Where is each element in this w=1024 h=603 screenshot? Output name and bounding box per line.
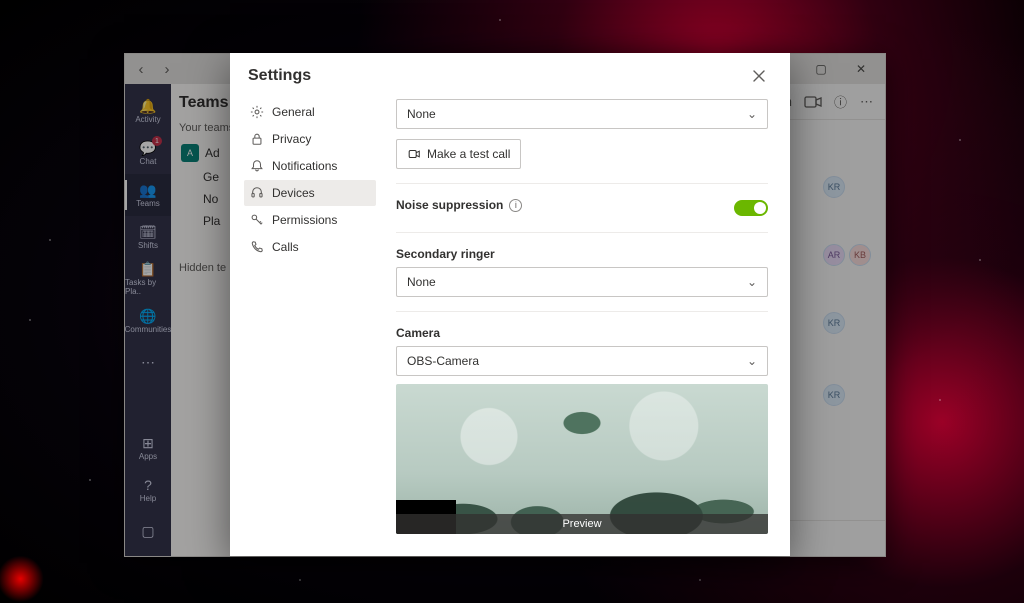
nav-label: General <box>272 105 315 119</box>
settings-title: Settings <box>248 67 311 85</box>
camera-label: Camera <box>396 326 768 340</box>
settings-nav: General Privacy Notifications Devices Pe… <box>230 99 384 556</box>
close-icon <box>753 70 765 82</box>
speaker-dropdown[interactable]: None ⌄ <box>396 99 768 129</box>
headset-icon <box>250 186 264 200</box>
nav-label: Devices <box>272 186 315 200</box>
nav-privacy[interactable]: Privacy <box>244 126 376 152</box>
nav-label: Permissions <box>272 213 337 227</box>
preview-label: Preview <box>562 518 601 530</box>
dropdown-value: OBS-Camera <box>407 354 479 368</box>
dropdown-value: None <box>407 275 436 289</box>
dropdown-value: None <box>407 107 436 121</box>
key-icon <box>250 213 264 227</box>
nav-label: Calls <box>272 240 299 254</box>
nav-label: Privacy <box>272 132 311 146</box>
nav-devices[interactable]: Devices <box>244 180 376 206</box>
make-test-call-button[interactable]: Make a test call <box>396 139 521 169</box>
preview-bar: Preview <box>396 514 768 534</box>
noise-suppression-label: Noise suppression i <box>396 198 522 212</box>
phone-icon <box>250 240 264 254</box>
bell-icon <box>250 159 264 173</box>
label-text: Noise suppression <box>396 198 503 212</box>
noise-suppression-toggle[interactable] <box>734 200 768 216</box>
label-text: Secondary ringer <box>396 247 495 261</box>
chevron-down-icon: ⌄ <box>747 275 757 289</box>
nav-general[interactable]: General <box>244 99 376 125</box>
secondary-ringer-label: Secondary ringer <box>396 247 768 261</box>
label-text: Camera <box>396 326 440 340</box>
settings-close-button[interactable] <box>746 63 772 89</box>
chevron-down-icon: ⌄ <box>747 354 757 368</box>
test-call-icon <box>407 147 421 161</box>
nav-calls[interactable]: Calls <box>244 234 376 260</box>
secondary-ringer-dropdown[interactable]: None ⌄ <box>396 267 768 297</box>
info-icon[interactable]: i <box>509 199 522 212</box>
nav-label: Notifications <box>272 159 337 173</box>
camera-preview: Preview <box>396 384 768 534</box>
chevron-down-icon: ⌄ <box>747 107 757 121</box>
nav-permissions[interactable]: Permissions <box>244 207 376 233</box>
settings-content: None ⌄ Make a test call Noise suppressio… <box>384 99 790 556</box>
camera-dropdown[interactable]: OBS-Camera ⌄ <box>396 346 768 376</box>
settings-dialog: Settings General Privacy Notifications D… <box>230 53 790 556</box>
nav-notifications[interactable]: Notifications <box>244 153 376 179</box>
lock-icon <box>250 132 264 146</box>
button-label: Make a test call <box>427 147 510 161</box>
gear-icon <box>250 105 264 119</box>
